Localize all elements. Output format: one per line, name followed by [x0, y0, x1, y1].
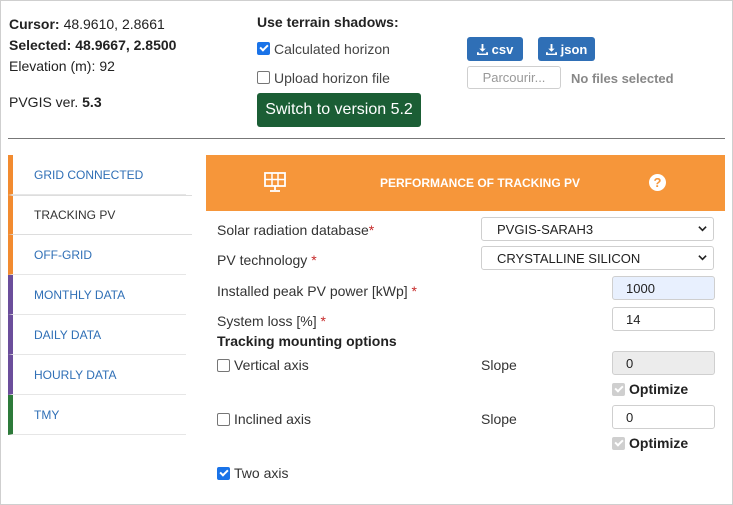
- vertical-axis-label: Vertical axis: [234, 357, 309, 373]
- radiation-db-select[interactable]: PVGIS-SARAH3: [481, 217, 714, 241]
- download-json-label: json: [560, 41, 588, 57]
- vertical-slope-label: Slope: [481, 357, 517, 373]
- tab-tracking-pv[interactable]: TRACKING PV: [8, 195, 192, 235]
- chevron-down-icon: [698, 255, 707, 261]
- inclined-optimize-option: Optimize: [612, 435, 688, 451]
- tab-label: TMY: [34, 407, 60, 422]
- version-label: PVGIS ver.: [9, 94, 79, 110]
- tab-label: OFF-GRID: [34, 247, 92, 262]
- selected-label: Selected:: [9, 37, 72, 53]
- elevation-value: 92: [99, 58, 115, 74]
- radiation-db-label: Solar radiation database*: [217, 222, 375, 238]
- download-csv-button[interactable]: csv: [467, 37, 523, 61]
- cursor-value: 48.9610, 2.8661: [63, 16, 165, 32]
- tracking-options-title: Tracking mounting options: [217, 333, 397, 349]
- switch-version-button[interactable]: Switch to version 5.2: [257, 93, 421, 127]
- browse-file-button[interactable]: Parcourir...: [467, 66, 561, 89]
- vertical-optimize-checkbox: [612, 382, 625, 396]
- solar-panel-icon: [264, 172, 286, 192]
- two-axis-checkbox[interactable]: [217, 466, 230, 480]
- tool-tabs: GRID CONNECTED TRACKING PV OFF-GRID MONT…: [8, 155, 192, 435]
- help-icon[interactable]: ?: [649, 174, 666, 191]
- terrain-shadows: Use terrain shadows: Calculated horizon …: [257, 14, 399, 92]
- pv-tech-select[interactable]: CRYSTALLINE SILICON: [481, 246, 714, 270]
- two-axis-label: Two axis: [234, 465, 289, 481]
- download-json-button[interactable]: json: [538, 37, 595, 61]
- calculated-horizon-checkbox[interactable]: [257, 42, 270, 55]
- tab-label: TRACKING PV: [34, 208, 116, 222]
- upload-horizon-option[interactable]: Upload horizon file: [257, 63, 399, 92]
- tab-label: MONTHLY DATA: [34, 287, 126, 302]
- tab-off-grid[interactable]: OFF-GRID: [8, 235, 186, 275]
- inclined-axis-label: Inclined axis: [234, 411, 312, 427]
- tab-daily-data[interactable]: DAILY DATA: [8, 315, 186, 355]
- version-value: 5.3: [82, 94, 102, 110]
- vertical-optimize-option: Optimize: [612, 381, 688, 397]
- tab-label: GRID CONNECTED: [34, 167, 144, 182]
- elevation-row: Elevation (m): 92: [9, 56, 176, 77]
- selected-row: Selected: 48.9667, 2.8500: [9, 35, 176, 56]
- inclined-axis-option[interactable]: Inclined axis: [217, 411, 311, 427]
- chevron-down-icon: [698, 226, 707, 232]
- download-icon: [476, 43, 488, 55]
- tab-tmy[interactable]: TMY: [8, 395, 186, 435]
- inclined-axis-checkbox[interactable]: [217, 412, 230, 426]
- vertical-axis-option[interactable]: Vertical axis: [217, 357, 309, 373]
- cursor-row: Cursor: 48.9610, 2.8661: [9, 14, 176, 35]
- panel-title: PERFORMANCE OF TRACKING PV: [380, 176, 581, 190]
- elevation-label: Elevation (m):: [9, 58, 96, 74]
- inclined-optimize-checkbox: [612, 436, 625, 450]
- download-csv-label: csv: [491, 41, 514, 57]
- peak-power-label: Installed peak PV power [kWp] *: [217, 283, 417, 299]
- version-info: PVGIS ver. 5.3: [9, 94, 102, 110]
- download-icon: [545, 43, 557, 55]
- peak-power-input[interactable]: 1000: [612, 276, 715, 300]
- tab-grid-connected[interactable]: GRID CONNECTED: [8, 155, 186, 195]
- cursor-label: Cursor:: [9, 16, 60, 32]
- inclined-slope-label: Slope: [481, 411, 517, 427]
- radiation-db-value: PVGIS-SARAH3: [497, 221, 594, 237]
- location-info: Cursor: 48.9610, 2.8661 Selected: 48.966…: [9, 14, 176, 77]
- vertical-optimize-label: Optimize: [629, 381, 689, 397]
- two-axis-option[interactable]: Two axis: [217, 465, 288, 481]
- tab-hourly-data[interactable]: HOURLY DATA: [8, 355, 186, 395]
- selected-value: 48.9667, 2.8500: [75, 37, 177, 53]
- tab-label: DAILY DATA: [34, 327, 102, 342]
- upload-horizon-label: Upload horizon file: [274, 69, 390, 86]
- pv-tech-value: CRYSTALLINE SILICON: [497, 250, 641, 266]
- inclined-optimize-label: Optimize: [629, 435, 689, 451]
- tab-label: HOURLY DATA: [34, 367, 117, 382]
- divider: [8, 138, 725, 139]
- calculated-horizon-option[interactable]: Calculated horizon: [257, 34, 399, 63]
- tab-monthly-data[interactable]: MONTHLY DATA: [8, 275, 186, 315]
- terrain-title: Use terrain shadows:: [257, 14, 399, 30]
- upload-horizon-checkbox[interactable]: [257, 71, 270, 84]
- pv-tech-label: PV technology *: [217, 252, 317, 268]
- vertical-slope-input: 0: [612, 351, 715, 375]
- inclined-slope-input[interactable]: 0: [612, 405, 715, 429]
- calculated-horizon-label: Calculated horizon: [274, 40, 390, 57]
- vertical-axis-checkbox[interactable]: [217, 358, 230, 372]
- file-status: No files selected: [571, 71, 674, 86]
- system-loss-input[interactable]: 14: [612, 307, 715, 331]
- system-loss-label: System loss [%] *: [217, 313, 326, 329]
